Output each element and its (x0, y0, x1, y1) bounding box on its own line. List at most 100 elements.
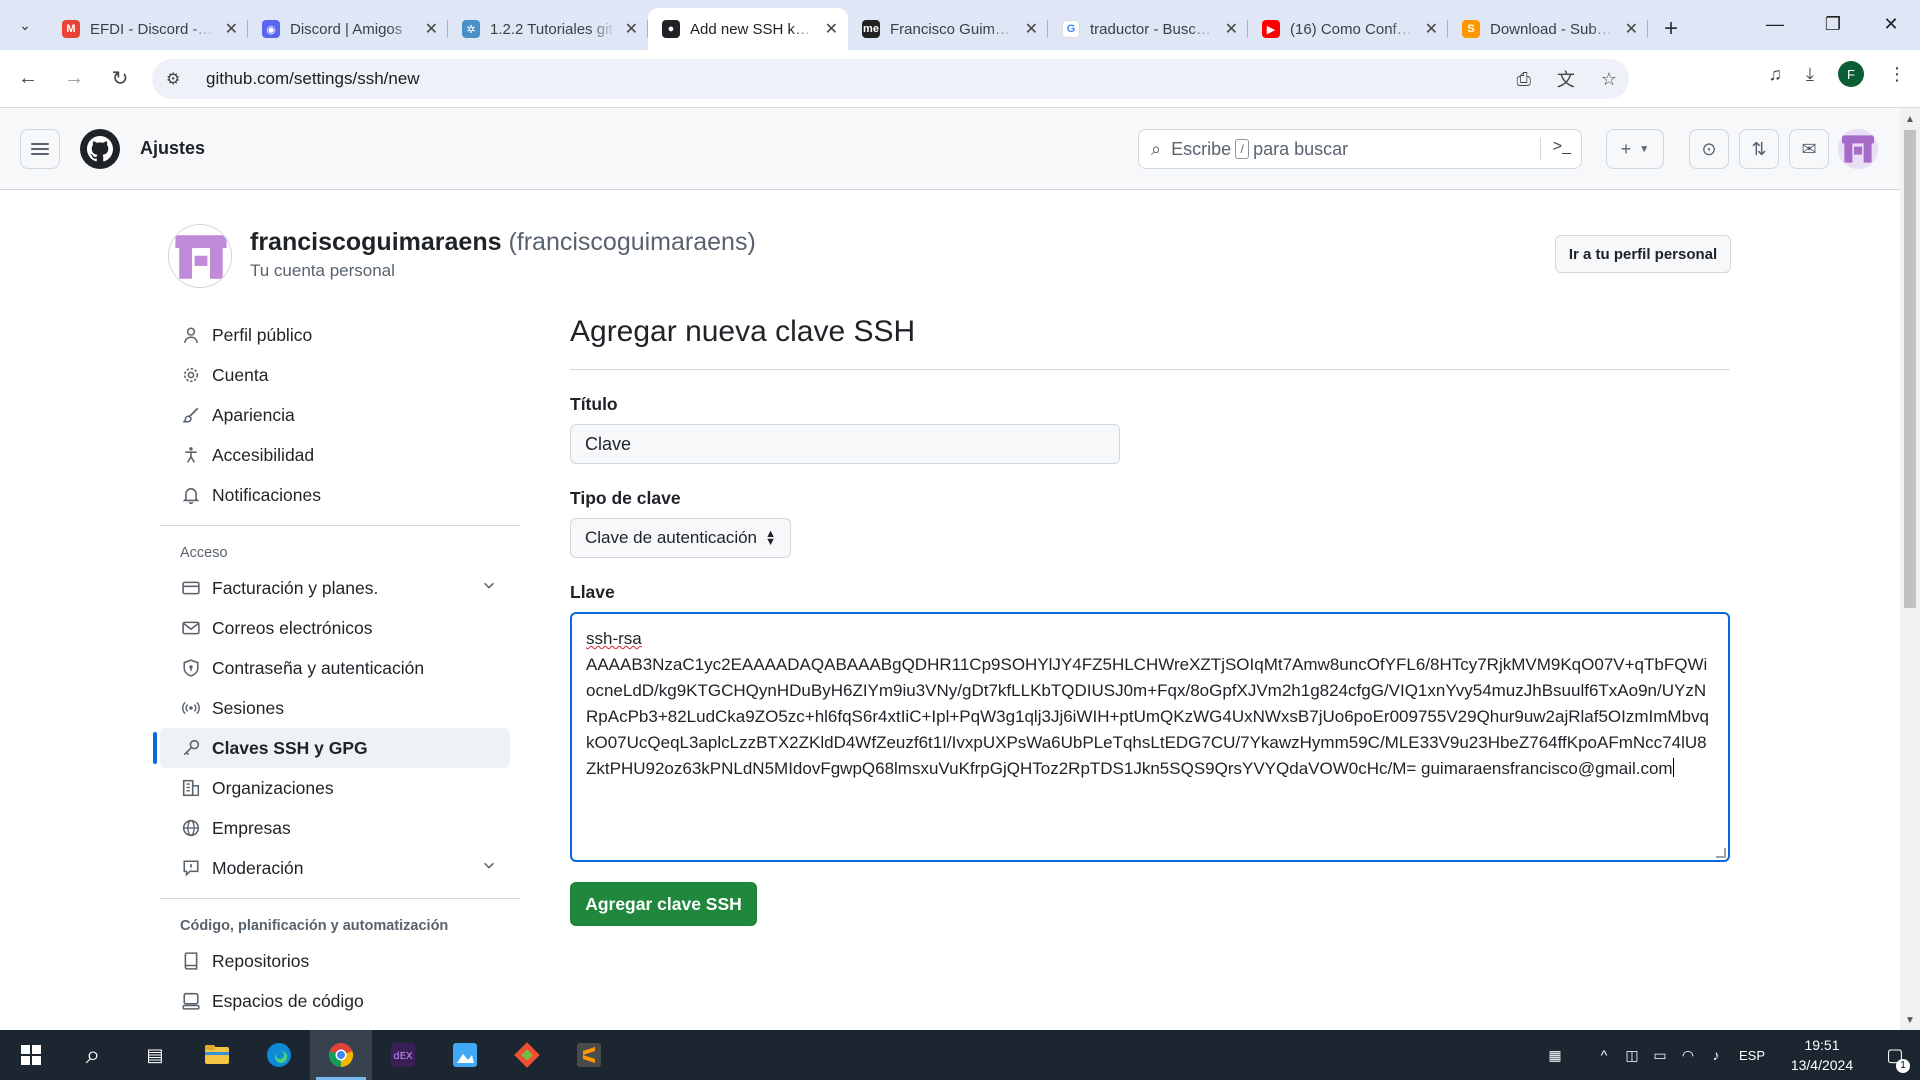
browser-tab[interactable]: me Francisco Guimaraens ✕ (848, 8, 1048, 50)
language-indicator[interactable]: ESP (1730, 1048, 1774, 1063)
taskbar-app[interactable] (558, 1030, 620, 1080)
scroll-down-icon[interactable]: ▼ (1905, 1015, 1915, 1026)
install-app-icon[interactable]: ⎙ (1516, 69, 1530, 90)
inbox-button[interactable]: ✉ (1789, 129, 1829, 169)
taskbar-app[interactable] (248, 1030, 310, 1080)
browser-tab[interactable]: ✲ 1.2.2 Tutoriales git ✕ (448, 8, 648, 50)
sidebar-item[interactable]: Organizaciones (160, 768, 510, 808)
close-tab-icon[interactable]: ✕ (625, 19, 638, 39)
sidebar-item[interactable]: Empresas (160, 808, 510, 848)
shield-lock-icon (180, 659, 202, 677)
forward-button[interactable]: → (56, 61, 92, 97)
sidebar-item[interactable]: Correos electrónicos (160, 608, 510, 648)
site-info-icon[interactable]: ⚙ (166, 69, 190, 89)
sidebar-item[interactable]: Apariencia (160, 395, 510, 435)
sidebar-item[interactable]: Perfil público (160, 315, 510, 355)
pull-requests-button[interactable]: ⇅ (1739, 129, 1779, 169)
create-new-button[interactable]: + ▼ (1606, 129, 1664, 169)
bookmark-star-icon[interactable]: ☆ (1601, 69, 1617, 90)
command-palette-icon[interactable]: >_ (1553, 138, 1571, 156)
account-username[interactable]: franciscoguimaraens (250, 228, 502, 256)
user-avatar[interactable] (1838, 129, 1878, 169)
github-logo-icon[interactable] (80, 129, 120, 169)
search-icon: ⌕ (1151, 138, 1162, 159)
close-window-button[interactable]: ✕ (1862, 0, 1920, 48)
downloads-icon[interactable]: ⤓ (1806, 64, 1814, 85)
browser-tab[interactable]: ● Add new SSH keys ✕ (648, 8, 848, 50)
start-button[interactable] (0, 1030, 62, 1080)
chevron-up-icon[interactable]: ^ (1590, 1047, 1618, 1063)
sidebar-item[interactable]: Sesiones (160, 688, 510, 728)
sidebar-item[interactable]: Espacios de código (160, 981, 510, 1021)
clock[interactable]: 19:51 13/4/2024 (1774, 1035, 1870, 1075)
key-type-select[interactable]: Clave de autenticación ▲ ▼ (570, 518, 791, 558)
resize-handle-icon[interactable] (1716, 848, 1726, 858)
close-tab-icon[interactable]: ✕ (1625, 19, 1638, 39)
title-input[interactable]: Clave (570, 424, 1120, 464)
sidebar-item[interactable]: Notificaciones (160, 475, 510, 515)
bell-icon (180, 486, 202, 504)
browser-tab[interactable]: Gtraductor - Buscar con Google ✕ (1048, 8, 1248, 50)
sidebar-item[interactable]: Moderación (160, 848, 510, 888)
taskbar-app[interactable]: dEX (372, 1030, 434, 1080)
profile-avatar[interactable]: F (1838, 61, 1864, 87)
sidebar-item[interactable]: Accesibilidad (160, 435, 510, 475)
back-button[interactable]: ← (10, 61, 46, 97)
taskbar-app[interactable] (186, 1030, 248, 1080)
close-tab-icon[interactable]: ✕ (825, 19, 838, 39)
volume-icon[interactable]: ♪ (1702, 1047, 1730, 1063)
restore-button[interactable]: ❐ (1804, 0, 1862, 48)
new-tab-button[interactable]: + (1654, 12, 1688, 46)
browser-tab[interactable]: ▶ (16) Como Configurar ✕ (1248, 8, 1448, 50)
minimize-button[interactable]: — (1746, 0, 1804, 48)
url-text[interactable]: github.com/settings/ssh/new (206, 69, 420, 89)
media-controls-icon[interactable]: ♫ (1769, 64, 1783, 85)
tab-search-button[interactable]: ⌄ (8, 8, 42, 42)
sidebar-item[interactable]: Cuenta (160, 355, 510, 395)
scrollbar-thumb[interactable] (1904, 130, 1916, 608)
battery-icon[interactable]: ▭ (1646, 1047, 1674, 1064)
translate-icon[interactable]: 文 (1557, 66, 1575, 92)
notifications-button[interactable]: ▢ 1 (1870, 1045, 1920, 1073)
taskbar-app[interactable] (310, 1030, 372, 1080)
wifi-icon[interactable]: ◠ (1674, 1047, 1702, 1064)
page-context-title[interactable]: Ajustes (140, 138, 205, 159)
browser-tab[interactable]: M EFDI - Discord - Gmail ✕ (48, 8, 248, 50)
task-view-button[interactable]: ▤ (124, 1030, 186, 1080)
search-placeholder-suffix: para buscar (1253, 138, 1349, 159)
taskbar-search-button[interactable]: ⌕ (62, 1030, 124, 1080)
kebab-menu-icon[interactable]: ⋮ (1888, 64, 1906, 85)
add-ssh-key-button[interactable]: Agregar clave SSH (570, 882, 757, 926)
account-avatar[interactable] (168, 224, 232, 288)
page-scrollbar[interactable]: ▲ ▼ (1900, 108, 1920, 1030)
account-name[interactable]: franciscoguimaraens (franciscoguimaraens… (250, 228, 756, 257)
sidebar-item[interactable]: Claves SSH y GPG (153, 728, 510, 768)
key-textarea[interactable]: ssh-rsa AAAAB3NzaC1yc2EAAAADAQABAAABgQDH… (570, 612, 1730, 862)
close-tab-icon[interactable]: ✕ (1025, 19, 1038, 39)
chevron-down-icon[interactable] (482, 858, 496, 875)
close-tab-icon[interactable]: ✕ (425, 19, 438, 39)
taskbar-app[interactable] (496, 1030, 558, 1080)
browser-tab[interactable]: ◉ Discord | Amigos ✕ (248, 8, 448, 50)
browser-tab[interactable]: S Download - Sublime Text ✕ (1448, 8, 1648, 50)
global-nav-menu-button[interactable] (20, 129, 60, 169)
close-tab-icon[interactable]: ✕ (1225, 19, 1238, 39)
news-widget-icon[interactable]: ▦ (1530, 1047, 1580, 1064)
sidebar-item[interactable]: Contraseña y autenticación (160, 648, 510, 688)
go-to-profile-button[interactable]: Ir a tu perfil personal (1555, 235, 1731, 273)
chevron-down-icon[interactable] (482, 578, 496, 595)
address-bar[interactable]: ⚙ github.com/settings/ssh/new ⎙ 文 ☆ (152, 59, 1629, 99)
paint-icon (452, 1042, 478, 1068)
close-tab-icon[interactable]: ✕ (225, 19, 238, 39)
taskbar-app[interactable] (434, 1030, 496, 1080)
sidebar-item[interactable]: Facturación y planes. (160, 568, 510, 608)
scroll-up-icon[interactable]: ▲ (1905, 114, 1915, 125)
sidebar-item[interactable]: Repositorios (160, 941, 510, 981)
key-icon (180, 739, 202, 757)
sidebar-item-label: Cuenta (212, 364, 269, 385)
camera-icon[interactable]: ◫ (1618, 1047, 1646, 1064)
search-input[interactable]: ⌕ Escribe / para buscar >_ (1138, 129, 1582, 169)
issues-button[interactable]: ⊙ (1689, 129, 1729, 169)
reload-button[interactable]: ↻ (102, 61, 138, 97)
close-tab-icon[interactable]: ✕ (1425, 19, 1438, 39)
